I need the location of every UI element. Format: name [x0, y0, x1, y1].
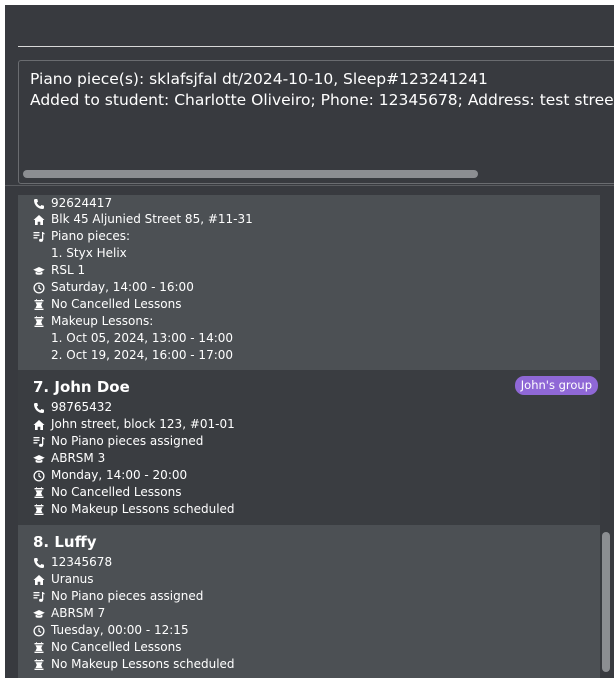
- clock-icon: [33, 625, 45, 637]
- piano-text: No Piano pieces assigned: [51, 589, 204, 603]
- calendar-icon: [33, 299, 45, 311]
- phone-row: 92624417: [33, 196, 600, 211]
- address-row: John street, block 123, #01-01: [33, 416, 600, 433]
- address-row: Blk 45 Aljunied Street 85, #11-31: [33, 211, 600, 228]
- makeup-text: No Makeup Lessons scheduled: [51, 657, 235, 671]
- phone-row: 98765432: [33, 399, 600, 416]
- cancelled-text: No Cancelled Lessons: [51, 485, 182, 499]
- lesson-row: Monday, 14:00 - 20:00: [33, 467, 600, 484]
- lesson-text: Saturday, 14:00 - 16:00: [51, 280, 194, 294]
- piano-label: Piano pieces:: [51, 229, 131, 243]
- phone-row: 12345678: [33, 554, 600, 571]
- phone-icon: [33, 557, 45, 569]
- phone-text: 92624417: [51, 196, 113, 210]
- result-horizontal-scrollbar[interactable]: [19, 167, 614, 183]
- piano-row: Piano pieces:: [33, 228, 600, 245]
- makeup-row: No Makeup Lessons scheduled: [33, 656, 600, 673]
- result-line-1: Piano piece(s): sklafsjfal dt/2024-10-10…: [30, 70, 488, 88]
- home-icon: [33, 419, 45, 431]
- calendar-icon: [33, 642, 45, 654]
- cancelled-row: No Cancelled Lessons: [33, 296, 600, 313]
- phone-icon: [33, 402, 45, 414]
- result-display: Piano piece(s): sklafsjfal dt/2024-10-10…: [18, 60, 614, 184]
- piano-text: No Piano pieces assigned: [51, 434, 204, 448]
- list-vertical-scrollbar-thumb[interactable]: [602, 532, 610, 672]
- grade-text: ABRSM 7: [51, 606, 106, 620]
- calendar-icon: [33, 487, 45, 499]
- result-line-2: Added to student: Charlotte Oliveiro; Ph…: [30, 91, 614, 109]
- makeup-item: 2. Oct 19, 2024, 16:00 - 17:00: [33, 347, 600, 364]
- calendar-icon: [33, 316, 45, 328]
- music-icon: [33, 591, 45, 603]
- music-icon: [33, 231, 45, 243]
- app-window: Piano piece(s): sklafsjfal dt/2024-10-10…: [5, 5, 614, 678]
- phone-text: 12345678: [51, 555, 113, 569]
- phone-text: 98765432: [51, 400, 113, 414]
- grade-text: RSL 1: [51, 263, 86, 277]
- cancelled-text: No Cancelled Lessons: [51, 640, 182, 654]
- piano-row: No Piano pieces assigned: [33, 588, 600, 605]
- graduation-cap-icon: [33, 453, 45, 465]
- makeup-row: Makeup Lessons:: [33, 313, 600, 330]
- cancelled-row: No Cancelled Lessons: [33, 639, 600, 656]
- result-scrollbar-thumb[interactable]: [23, 170, 478, 178]
- lesson-row: Tuesday, 00:00 - 12:15: [33, 622, 600, 639]
- makeup-row: No Makeup Lessons scheduled: [33, 501, 600, 518]
- grade-row: ABRSM 3: [33, 450, 600, 467]
- student-name: 8. Luffy: [33, 533, 97, 551]
- calendar-icon: [33, 659, 45, 671]
- group-tag: John's group: [514, 376, 598, 395]
- cancelled-row: No Cancelled Lessons: [33, 484, 600, 501]
- grade-row: RSL 1: [33, 262, 600, 279]
- address-text: John street, block 123, #01-01: [51, 417, 235, 431]
- clock-icon: [33, 470, 45, 482]
- piano-piece-item: 1. Styx Helix: [33, 245, 600, 262]
- lesson-text: Monday, 14:00 - 20:00: [51, 468, 188, 482]
- graduation-cap-icon: [33, 608, 45, 620]
- address-text: Blk 45 Aljunied Street 85, #11-31: [51, 212, 253, 226]
- address-row: Uranus: [33, 571, 600, 588]
- cancelled-text: No Cancelled Lessons: [51, 297, 182, 311]
- home-icon: [33, 574, 45, 586]
- clock-icon: [33, 282, 45, 294]
- makeup-text: No Makeup Lessons scheduled: [51, 502, 235, 516]
- home-icon: [33, 214, 45, 226]
- address-text: Uranus: [51, 572, 94, 586]
- lesson-row: Saturday, 14:00 - 16:00: [33, 279, 600, 296]
- lesson-text: Tuesday, 00:00 - 12:15: [51, 623, 189, 637]
- result-text: Piano piece(s): sklafsjfal dt/2024-10-10…: [30, 69, 614, 111]
- makeup-label: Makeup Lessons:: [51, 314, 154, 328]
- makeup-item: 1. Oct 05, 2024, 13:00 - 14:00: [33, 330, 600, 347]
- phone-icon: [33, 198, 45, 210]
- makeup-text: 2. Oct 19, 2024, 16:00 - 17:00: [51, 348, 234, 362]
- makeup-text: 1. Oct 05, 2024, 13:00 - 14:00: [51, 331, 234, 345]
- student-card[interactable]: 92624417 Blk 45 Aljunied Street 85, #11-…: [18, 195, 600, 370]
- graduation-cap-icon: [33, 265, 45, 277]
- command-input[interactable]: [18, 46, 614, 47]
- student-card[interactable]: 7. John Doe John's group 98765432 John s…: [18, 370, 600, 525]
- calendar-icon: [33, 504, 45, 516]
- grade-row: ABRSM 7: [33, 605, 600, 622]
- music-icon: [33, 436, 45, 448]
- student-card[interactable]: 8. Luffy 12345678 Uranus No Piano pieces…: [18, 525, 600, 678]
- command-box[interactable]: [5, 5, 614, 57]
- grade-text: ABRSM 3: [51, 451, 106, 465]
- student-list[interactable]: 92624417 Blk 45 Aljunied Street 85, #11-…: [5, 186, 614, 678]
- piano-row: No Piano pieces assigned: [33, 433, 600, 450]
- piano-piece-text: 1. Styx Helix: [51, 246, 127, 260]
